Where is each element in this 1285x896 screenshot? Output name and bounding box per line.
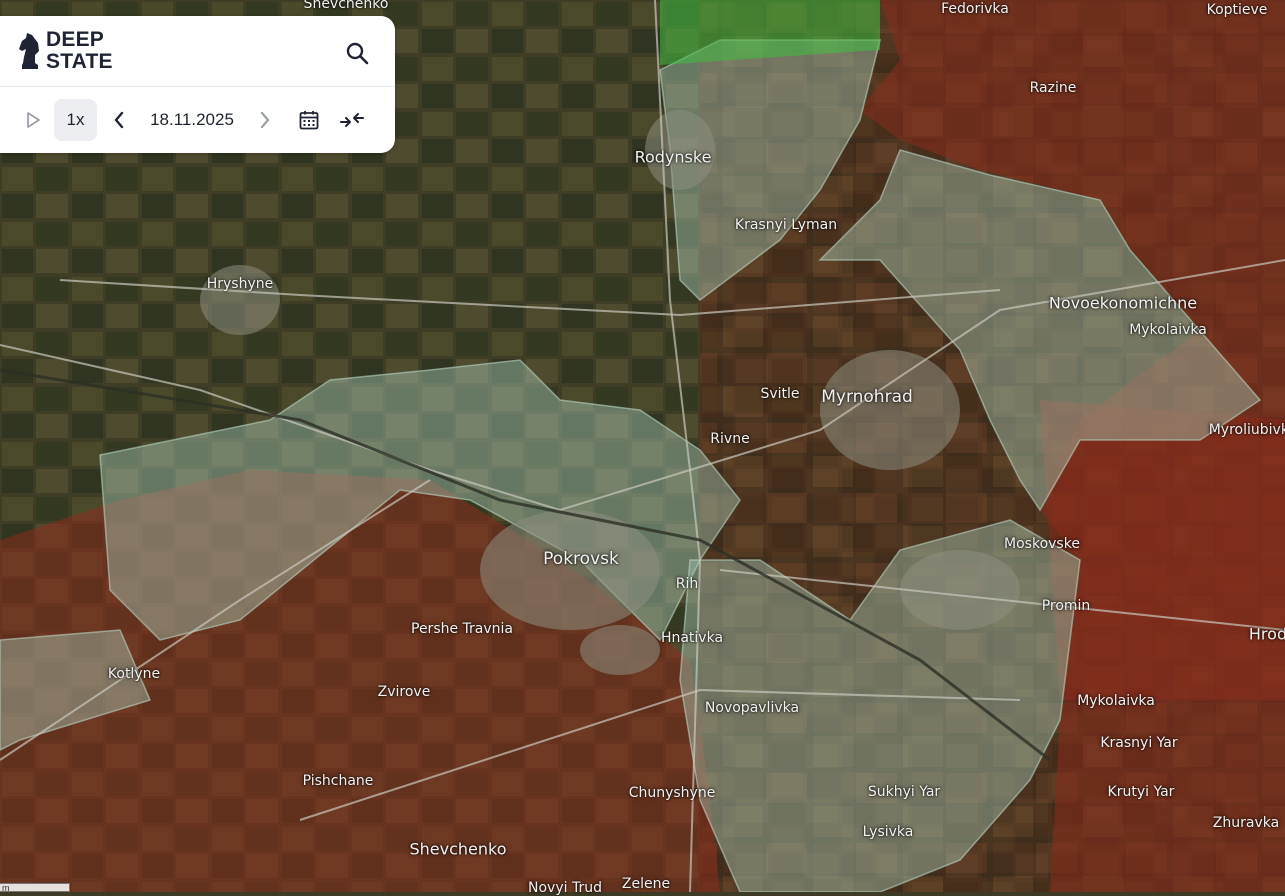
chevron-right-icon <box>260 111 270 129</box>
place-label: Krutyi Yar <box>1107 784 1175 800</box>
place-label: Promin <box>1041 598 1091 614</box>
place-label: Fedorivka <box>941 1 1009 17</box>
place-label: Pokrovsk <box>543 549 619 569</box>
place-label: Chunyshyne <box>628 785 716 801</box>
place-label: Moskovske <box>1004 536 1080 552</box>
place-label: Hrod <box>1248 624 1285 644</box>
place-label: Novyi Trud <box>528 880 602 896</box>
place-label: Mykolaivka <box>1077 693 1155 709</box>
place-label: Svitle <box>760 386 800 402</box>
search-button[interactable] <box>342 38 372 68</box>
compare-button[interactable] <box>336 99 368 141</box>
place-label: Pershe Travnia <box>411 621 513 637</box>
current-date[interactable]: 18.11.2025 <box>136 99 248 141</box>
brand-line-2: STATE <box>46 50 113 73</box>
place-label: Zelene <box>621 876 671 892</box>
place-label: Lysivka <box>862 824 914 840</box>
play-icon <box>27 112 40 128</box>
place-label: Zvirove <box>377 684 431 700</box>
brand-name: DEEP STATE <box>46 29 113 73</box>
brand-logo[interactable]: DEEP STATE <box>16 26 113 76</box>
compress-arrows-icon <box>340 113 364 127</box>
map-scale: m <box>0 883 70 893</box>
place-label: Myroliubivka <box>1208 422 1285 438</box>
place-label: Razine <box>1029 80 1077 96</box>
place-label: Hnativka <box>660 630 724 646</box>
place-label: Mykolaivka <box>1129 322 1207 338</box>
place-label: Shevchenko <box>409 839 507 859</box>
place-label: Pishchane <box>302 773 374 789</box>
knight-icon <box>19 33 39 69</box>
place-label: Shevchenko <box>303 0 389 12</box>
speed-button[interactable]: 1x <box>54 99 97 141</box>
next-date-button[interactable] <box>252 99 278 141</box>
control-panel: DEEP STATE 1x 18.11.2025 <box>0 16 395 153</box>
place-label: Rodynske <box>634 147 712 167</box>
place-label: Rivne <box>710 431 750 447</box>
panel-divider <box>0 86 395 87</box>
timeline-controls: 1x 18.11.2025 <box>0 98 395 142</box>
place-label: Kotlyne <box>107 666 161 682</box>
place-label: Myrnohrad <box>821 387 913 407</box>
chevron-left-icon <box>114 111 124 129</box>
brand-line-1: DEEP <box>46 28 104 51</box>
place-label: Novoekonomichne <box>1048 293 1198 313</box>
play-button[interactable] <box>20 99 46 141</box>
calendar-button[interactable] <box>294 99 324 141</box>
place-label: Hryshyne <box>206 276 274 292</box>
place-label: Sukhyi Yar <box>867 784 941 800</box>
place-label: Koptieve <box>1206 2 1268 18</box>
place-label: Zhuravka <box>1212 815 1280 831</box>
place-label: Rih <box>675 576 699 592</box>
prev-date-button[interactable] <box>106 99 132 141</box>
place-label: Novopavlivka <box>704 700 800 716</box>
place-label: Krasnyi Lyman <box>734 217 838 233</box>
search-icon <box>346 42 369 65</box>
place-label: Krasnyi Yar <box>1100 735 1178 751</box>
calendar-icon <box>299 111 319 130</box>
